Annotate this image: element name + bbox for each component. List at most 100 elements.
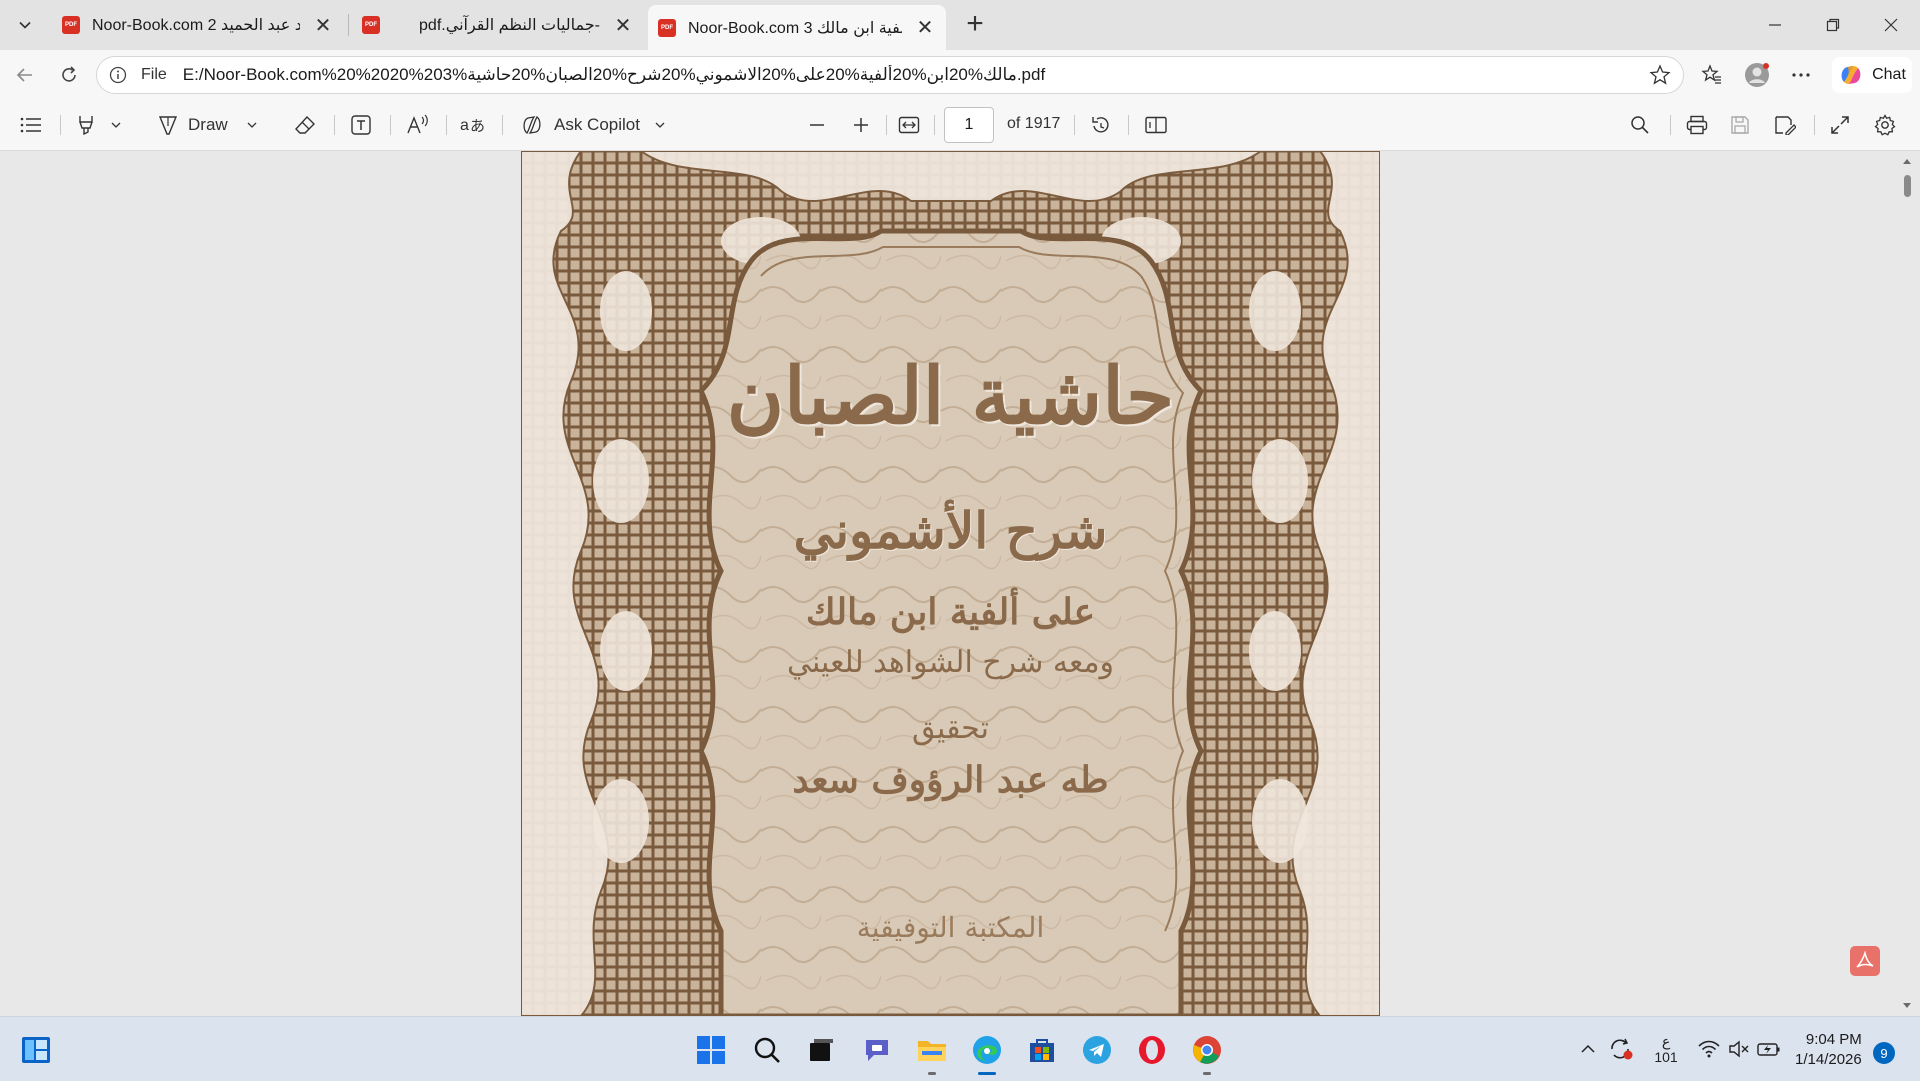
start-button[interactable] [692, 1031, 730, 1069]
url-scheme: File [141, 66, 167, 83]
clock-button[interactable]: 9:04 PM 1/14/2026 [1795, 1030, 1862, 1070]
battery-button[interactable] [1756, 1017, 1782, 1081]
zoom-out-button[interactable] [808, 109, 826, 141]
page-total: of 1917 [1007, 115, 1061, 132]
notification-badge[interactable]: 9 [1873, 1042, 1895, 1064]
search-button[interactable] [748, 1031, 786, 1069]
sync-icon [1611, 1038, 1633, 1060]
close-window-button[interactable] [1862, 0, 1920, 50]
fit-to-width-button[interactable] [898, 109, 920, 141]
chrome-browser-button[interactable] [1188, 1031, 1226, 1075]
tab-strip: PDF Noor-Book.com محمد عبد الحميد 2 ✕ PD… [0, 0, 1920, 50]
sync-status-button[interactable] [1608, 1017, 1634, 1081]
page-number-input[interactable]: 1 [944, 107, 994, 143]
copilot-icon [1841, 66, 1861, 84]
pdf-viewer[interactable]: حاشية الصبان شرح الأشموني على ألفية ابن … [0, 151, 1920, 1016]
cover-line-4: تحقيق [912, 711, 989, 746]
star-icon[interactable] [1649, 64, 1671, 86]
pdf-settings-button[interactable] [1874, 109, 1896, 141]
tab-jamaliyat[interactable]: PDF -جماليات النظم القرآني.pdf ✕ [352, 5, 644, 45]
draw-label: Draw [188, 115, 228, 134]
microsoft-store-button[interactable] [1023, 1031, 1061, 1069]
restore-button[interactable] [1804, 0, 1862, 50]
running-indicator [1203, 1072, 1211, 1075]
show-hidden-icons-button[interactable] [1580, 1017, 1596, 1081]
erase-button[interactable] [294, 109, 316, 141]
favorites-icon [1701, 64, 1721, 84]
cover-publisher: المكتبة التوفيقية [856, 911, 1045, 944]
cover-line-5: طه عبد الرؤوف سعد [792, 759, 1109, 801]
toolbar-divider [390, 115, 391, 135]
chevron-down-icon[interactable] [246, 119, 258, 131]
file-explorer-button[interactable] [913, 1031, 951, 1075]
task-view-button[interactable] [802, 1031, 840, 1069]
pdf-page[interactable]: حاشية الصبان شرح الأشموني على ألفية ابن … [521, 151, 1380, 1016]
page-view-button[interactable] [1144, 109, 1168, 141]
input-language-button[interactable]: ع 101 [1654, 1017, 1678, 1081]
tab-separator [348, 14, 349, 36]
close-tab-icon[interactable]: ✕ [312, 13, 334, 38]
favorites-button[interactable] [1695, 58, 1729, 92]
info-icon[interactable] [109, 66, 127, 84]
volume-button[interactable] [1728, 1017, 1750, 1081]
search-icon [1631, 116, 1649, 134]
highlight-button[interactable] [76, 109, 122, 141]
chat-label: Chat [1872, 66, 1906, 83]
opera-browser-button[interactable] [1133, 1031, 1171, 1069]
chevron-down-icon[interactable] [654, 119, 666, 131]
tab-noor-book-3[interactable]: PDF Noor-Book.com 3 على ألفية ابن مالك ✕ [648, 5, 946, 50]
refresh-button[interactable] [52, 58, 86, 92]
tab-title: -جماليات النظم القرآني.pdf [419, 17, 600, 34]
speaker-muted-icon [1729, 1040, 1749, 1058]
contents-button[interactable] [20, 109, 42, 141]
chat-bubble-icon [866, 1040, 888, 1061]
back-button[interactable] [8, 58, 42, 92]
windows-taskbar: ع 101 9:04 PM 1/14/2026 9 [0, 1016, 1920, 1081]
ask-copilot-button[interactable]: Ask Copilot [520, 109, 666, 141]
widgets-icon [22, 1037, 50, 1063]
read-aloud-icon [407, 114, 428, 134]
zoom-in-button[interactable] [852, 109, 870, 141]
close-tab-icon[interactable]: ✕ [914, 15, 936, 40]
translate-button[interactable]: aあ [460, 109, 486, 141]
close-tab-icon[interactable]: ✕ [612, 13, 634, 38]
tab-actions-menu-button[interactable] [8, 8, 42, 42]
telegram-button[interactable] [1078, 1031, 1116, 1069]
copilot-label: Ask Copilot [554, 115, 640, 134]
toolbar-divider [1670, 115, 1671, 135]
url-text[interactable]: E:/Noor-Book.com%20%2020%203%مالك%20ابن%… [183, 65, 1649, 85]
scroll-thumb[interactable] [1904, 175, 1911, 197]
address-bar[interactable]: File E:/Noor-Book.com%20%2020%203%مالك%2… [96, 56, 1684, 94]
print-button[interactable] [1686, 109, 1708, 141]
edge-browser-button[interactable] [968, 1031, 1006, 1075]
find-button[interactable] [1630, 109, 1650, 141]
save-as-button[interactable] [1774, 109, 1796, 141]
copilot-chat-button[interactable]: Chat [1832, 57, 1912, 93]
meet-app-button[interactable] [858, 1031, 896, 1069]
profile-button[interactable] [1740, 58, 1774, 92]
full-screen-button[interactable] [1830, 109, 1850, 141]
rotate-button[interactable] [1090, 109, 1112, 141]
book-cover-image [521, 151, 1380, 1016]
draw-button[interactable]: Draw [158, 109, 258, 141]
vertical-scrollbar[interactable] [1900, 151, 1914, 1016]
read-aloud-button[interactable] [406, 109, 430, 141]
tab-noor-book-2[interactable]: PDF Noor-Book.com محمد عبد الحميد 2 ✕ [52, 5, 344, 45]
minimize-button[interactable] [1746, 0, 1804, 50]
more-horizontal-icon [1792, 73, 1810, 77]
save-button[interactable] [1730, 109, 1750, 141]
tab-title: Noor-Book.com 3 على ألفية ابن مالك [688, 19, 902, 37]
minimize-icon [1769, 24, 1781, 26]
widgets-button[interactable] [17, 1031, 55, 1069]
scroll-down-arrow-icon[interactable] [1900, 1000, 1914, 1012]
adobe-acrobat-button[interactable] [1850, 946, 1880, 976]
svg-text:あ: あ [470, 117, 485, 135]
scroll-up-arrow-icon[interactable] [1900, 155, 1914, 167]
add-text-button[interactable] [350, 109, 372, 141]
settings-more-button[interactable] [1784, 58, 1818, 92]
close-icon [1884, 18, 1898, 32]
new-tab-button[interactable]: + [958, 8, 992, 42]
chevron-down-icon[interactable] [110, 119, 122, 131]
avatar-icon [1745, 63, 1769, 87]
network-button[interactable] [1698, 1017, 1720, 1081]
